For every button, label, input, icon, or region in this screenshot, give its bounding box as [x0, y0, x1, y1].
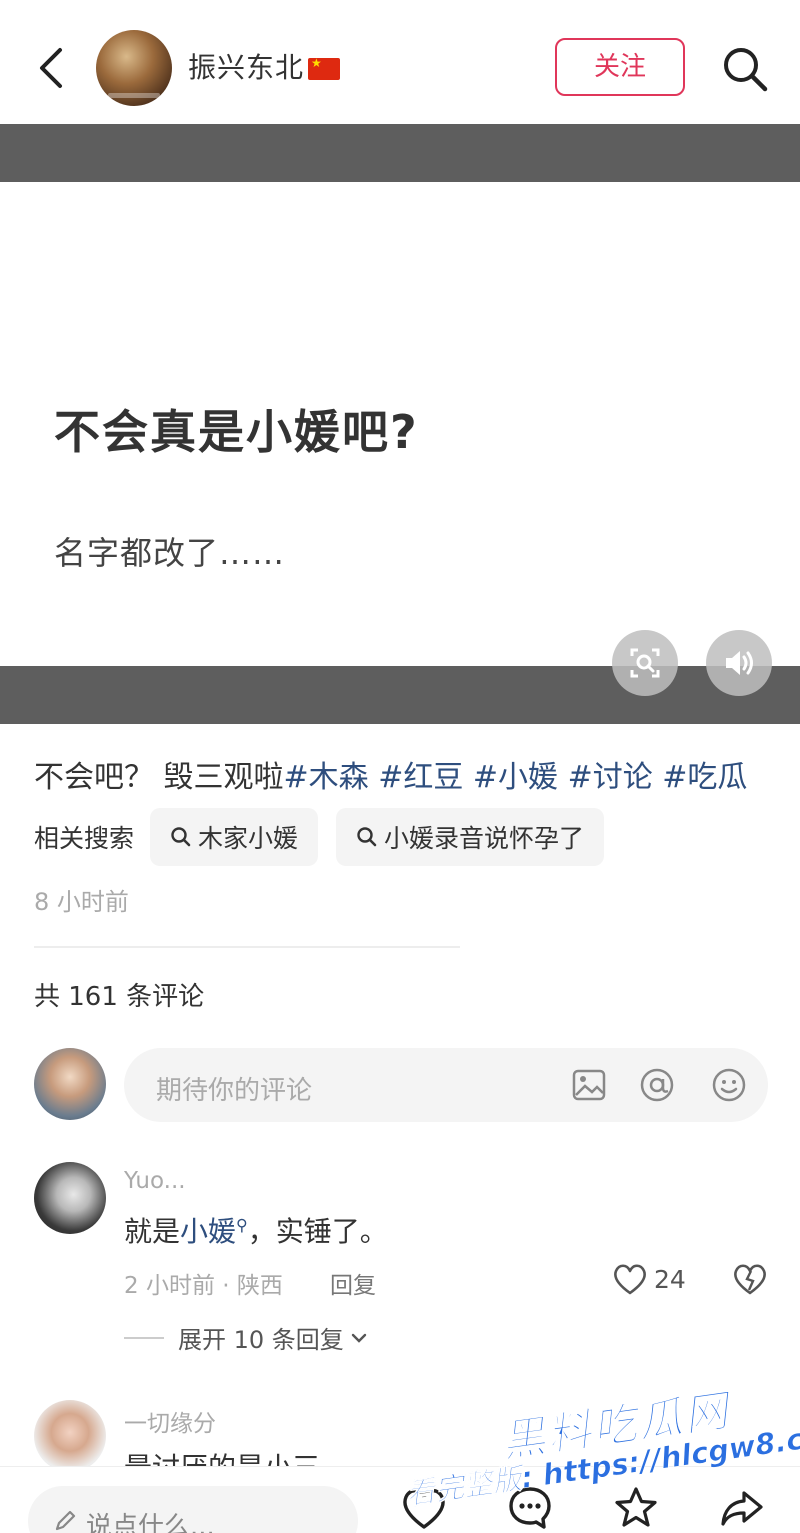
say-something-input[interactable]: 说点什么... — [28, 1486, 358, 1533]
commenter-avatar[interactable] — [34, 1400, 106, 1472]
commenter-name[interactable]: 一切缘分 — [124, 1404, 216, 1438]
post-caption: 不会吧？ 毁三观啦#木森 #红豆 #小媛 #讨论 #吃瓜 — [34, 760, 748, 795]
card-title: 不会真是小媛吧? — [54, 405, 419, 459]
chevron-down-icon — [351, 1333, 366, 1343]
card-bottom-band — [0, 666, 800, 724]
expand-replies-label: 展开 10 条回复 — [178, 1326, 344, 1354]
divider — [34, 946, 460, 948]
comment-input-placeholder: 期待你的评论 — [156, 1076, 313, 1106]
dislike-heart-icon[interactable] — [732, 1262, 768, 1296]
commenter-avatar[interactable] — [34, 1162, 106, 1234]
emoji-icon[interactable] — [710, 1066, 748, 1104]
scan-icon — [630, 648, 660, 678]
my-avatar — [34, 1048, 106, 1120]
related-search-chip[interactable]: 木家小媛 — [150, 808, 319, 866]
search-icon: ⚲ — [236, 1215, 248, 1235]
comment-keyword-link[interactable]: 小媛 — [180, 1215, 236, 1248]
like-count: 24 — [654, 1265, 686, 1294]
comment-text: 就是小媛⚲，实锤了。 — [124, 1215, 388, 1248]
related-searches-label: 相关搜索 — [34, 824, 135, 853]
related-searches: 相关搜索 木家小媛 小媛录音说怀孕了 — [34, 808, 622, 866]
hashtag[interactable]: #讨论 — [568, 760, 653, 795]
star-icon[interactable] — [612, 1484, 660, 1532]
volume-button[interactable] — [706, 630, 772, 696]
search-icon[interactable] — [720, 44, 770, 94]
card-top-band — [0, 124, 800, 182]
pencil-icon — [55, 1510, 76, 1531]
comment-count: 共 161 条评论 — [34, 982, 205, 1012]
say-something-placeholder: 说点什么... — [86, 1512, 215, 1533]
expand-replies-button[interactable]: 展开 10 条回复 — [124, 1320, 370, 1355]
hashtag[interactable]: #木森 — [284, 760, 369, 795]
expand-line — [124, 1336, 164, 1339]
hashtag[interactable]: #吃瓜 — [662, 760, 747, 795]
card-subtitle: 名字都改了…… — [54, 534, 286, 572]
commenter-name[interactable]: Yuo... — [124, 1168, 186, 1194]
hashtag[interactable]: #小媛 — [473, 760, 558, 795]
back-arrow-icon[interactable] — [30, 44, 74, 92]
heart-icon[interactable] — [612, 1262, 648, 1296]
author-avatar[interactable] — [96, 30, 172, 106]
china-flag-icon — [308, 56, 341, 80]
share-icon[interactable] — [718, 1484, 766, 1532]
image-icon[interactable] — [570, 1066, 608, 1104]
mention-icon[interactable] — [638, 1066, 676, 1104]
related-search-chip[interactable]: 小媛录音说怀孕了 — [336, 808, 605, 866]
follow-button[interactable]: 关注 — [555, 38, 685, 96]
speaker-icon — [726, 651, 753, 675]
top-bar: 振兴东北 关注 — [0, 0, 800, 124]
hashtag[interactable]: #红豆 — [378, 760, 463, 795]
image-search-button[interactable] — [612, 630, 678, 696]
search-icon — [171, 827, 191, 847]
post-time: 8 小时前 — [34, 888, 129, 916]
search-icon — [357, 827, 377, 847]
reply-button[interactable]: 回复 — [330, 1266, 376, 1300]
comment-input[interactable]: 期待你的评论 — [124, 1048, 768, 1122]
author-name[interactable]: 振兴东北 — [188, 46, 341, 86]
comment-meta: 2 小时前 · 陕西 — [124, 1273, 283, 1299]
